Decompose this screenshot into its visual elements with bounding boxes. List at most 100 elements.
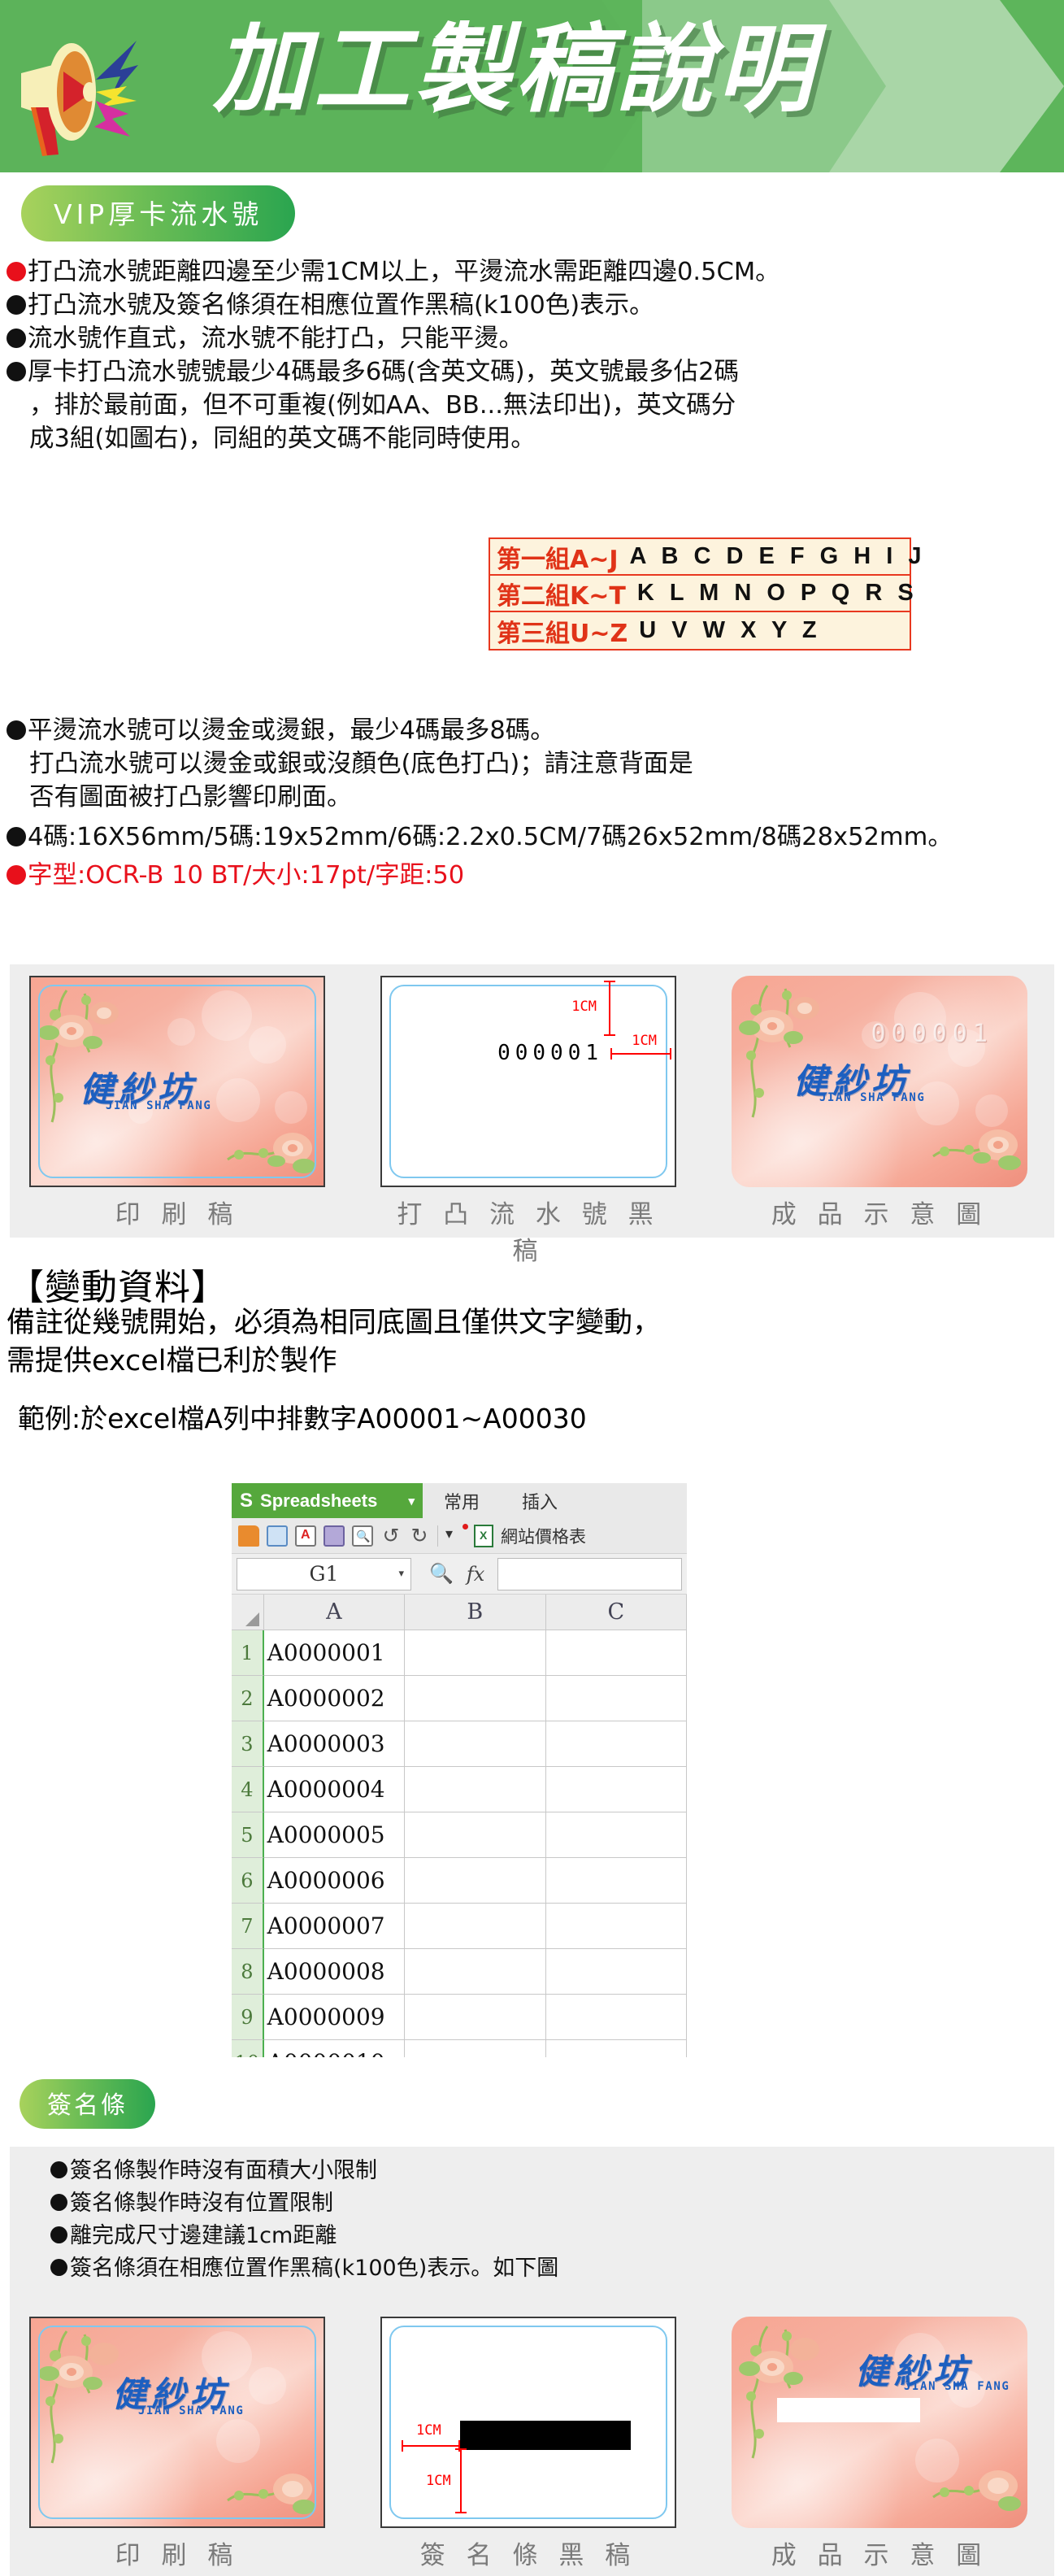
cell-c[interactable] [545, 1858, 687, 1904]
row-header[interactable]: 10 [232, 2040, 264, 2057]
row-header[interactable]: 8 [232, 1949, 264, 1995]
column-header-a[interactable]: A [263, 1595, 406, 1630]
bullet-text: 4碼:16X56mm/5碼:19x52mm/6碼:2.2x0.5CM/7碼26x… [28, 823, 953, 851]
card-example-emboss-draft: 000001 1CM 1CM 打 凸 流 水 號 黑 稿 [380, 976, 676, 1267]
cell-c[interactable] [545, 1812, 687, 1858]
bullet-continuation: 成3組(如圖右)，同組的英文碼不能同時使用。 [29, 424, 536, 453]
column-header-b[interactable]: B [405, 1595, 546, 1630]
cell-b[interactable] [405, 1995, 546, 2040]
table-row: 5 A0000005 [232, 1812, 687, 1858]
cell-c[interactable] [545, 1949, 687, 1995]
cell-a[interactable]: A0000010 [264, 2040, 406, 2057]
card-examples-row-1: 健紗坊 JIAN SHA FANG 印 刷 稿 000001 1CM 1CM 打… [10, 964, 1054, 1266]
cell-b[interactable] [405, 1767, 546, 1812]
search-icon[interactable]: 🔍 [429, 1562, 454, 1586]
cell-b[interactable] [405, 1858, 546, 1904]
cell-b[interactable] [405, 1949, 546, 1995]
variable-data-paragraph: 備註從幾號開始，必須為相同底圖且僅供文字變動， 需提供excel檔已利於製作 [7, 1304, 661, 1381]
open-folder-icon[interactable] [238, 1525, 259, 1547]
cell-c[interactable] [545, 1721, 687, 1767]
card-logo-subtext: JIAN SHA FANG [138, 2404, 245, 2417]
group-letters: K L M N O P Q R S [636, 580, 919, 606]
row-header[interactable]: 1 [232, 1630, 264, 1676]
cell-b[interactable] [405, 1904, 546, 1949]
bullet-dot-icon [50, 2259, 67, 2276]
function-icon[interactable]: fx [467, 1563, 484, 1586]
cell-a[interactable]: A0000003 [263, 1721, 406, 1767]
card-image: 1CM 1CM [380, 2317, 676, 2528]
formula-input[interactable] [497, 1557, 682, 1590]
spreadsheet-brand-button[interactable]: S Spreadsheets ▾ [232, 1483, 423, 1518]
cell-b[interactable] [405, 1630, 546, 1676]
bullet-dot-icon [7, 720, 26, 740]
card-caption: 簽 名 條 黑 稿 [419, 2541, 637, 2570]
tab-insert[interactable]: 插入 [501, 1483, 579, 1518]
bullet-dot-icon [50, 2161, 67, 2178]
row-header[interactable]: 4 [232, 1767, 264, 1812]
table-row: 1 A0000001 [232, 1630, 687, 1676]
cell-b[interactable] [405, 1721, 546, 1767]
row-header[interactable]: 6 [232, 1858, 264, 1904]
redo-icon[interactable]: ↻ [409, 1525, 430, 1547]
name-box[interactable]: G1 ▾ [237, 1557, 411, 1590]
cell-c[interactable] [545, 1676, 687, 1721]
row-header[interactable]: 2 [232, 1676, 264, 1721]
signature-strip-white [777, 2398, 920, 2422]
card-example-print-2: 健紗坊 JIAN SHA FANG 印 刷 稿 [29, 2317, 325, 2571]
print-preview-icon[interactable] [352, 1525, 373, 1547]
select-all-corner[interactable] [232, 1595, 264, 1630]
cell-a[interactable]: A0000004 [263, 1767, 406, 1812]
cell-a[interactable]: A0000009 [263, 1995, 406, 2040]
chevron-down-icon[interactable]: ▾ [398, 1568, 404, 1580]
card-examples-row-2: 健紗坊 JIAN SHA FANG 印 刷 稿 1CM 1CM 簽 名 條 黑 … [10, 2305, 1054, 2576]
column-header-c[interactable]: C [545, 1595, 687, 1630]
row-header[interactable]: 5 [232, 1812, 264, 1858]
flower-ornament-icon [932, 2470, 1021, 2511]
row-header[interactable]: 7 [232, 1904, 264, 1949]
export-pdf-icon[interactable] [295, 1525, 316, 1547]
row-header[interactable]: 3 [232, 1721, 264, 1767]
cell-c[interactable] [545, 1767, 687, 1812]
excel-file-icon[interactable] [474, 1524, 493, 1547]
row-header[interactable]: 9 [232, 1995, 264, 2040]
flower-ornament-icon [932, 1129, 1021, 1170]
undo-icon[interactable]: ↺ [380, 1525, 402, 1547]
cell-b[interactable] [405, 2040, 546, 2057]
tab-home[interactable]: 常用 [423, 1483, 501, 1518]
cell-a[interactable]: A0000005 [263, 1812, 406, 1858]
table-row: 10A0000010 [232, 2040, 687, 2057]
table-row: 第三組U~Z U V W X Y Z [490, 612, 910, 649]
cell-c[interactable] [545, 1995, 687, 2040]
page-title: 加工製稿說明 [213, 13, 819, 125]
bullet-item: 簽名條製作時沒有位置限制 [50, 2187, 558, 2220]
bullet-text: 簽名條須在相應位置作黑稿(k100色)表示。如下圖 [70, 2256, 559, 2281]
save-icon[interactable] [267, 1525, 288, 1547]
card-example-final-2: 健紗坊 JIAN SHA FANG 成 品 示 意 圖 [732, 2317, 1027, 2571]
spreadsheet-topbar: S Spreadsheets ▾ 常用 插入 [232, 1483, 687, 1518]
paragraph-line: 備註從幾號開始，必須為相同底圖且僅供文字變動， [7, 1307, 662, 1339]
variable-data-title: 【變動資料】 [8, 1267, 228, 1308]
cell-b[interactable] [405, 1676, 546, 1721]
cell-b[interactable] [405, 1812, 546, 1858]
cell-a[interactable]: A0000008 [263, 1949, 406, 1995]
formula-tools: 🔍 fx [416, 1562, 497, 1586]
cell-c[interactable] [546, 2040, 687, 2057]
megaphone-icon [21, 41, 138, 156]
dimension-label-right: 1CM [632, 1033, 657, 1049]
vip-bullet-list: 打凸流水號距離四邊至少需1CM以上，平燙流水需距離四邊0.5CM。 打凸流水號及… [7, 255, 1063, 455]
cell-a[interactable]: A0000007 [263, 1904, 406, 1949]
cell-a[interactable]: A0000001 [263, 1630, 406, 1676]
card-caption: 印 刷 稿 [115, 1200, 240, 1229]
cell-c[interactable] [545, 1630, 687, 1676]
cell-a[interactable]: A0000006 [263, 1858, 406, 1904]
customize-caret-icon[interactable]: ▾ [445, 1523, 468, 1547]
card-image: 000001 1CM 1CM [380, 976, 676, 1187]
card-example-print: 健紗坊 JIAN SHA FANG 印 刷 稿 [29, 976, 325, 1230]
signature-strip-black [460, 2421, 631, 2450]
paragraph-line: 需提供excel檔已利於製作 [7, 1345, 337, 1377]
cell-a[interactable]: A0000002 [263, 1676, 406, 1721]
table-row: 2 A0000002 [232, 1676, 687, 1721]
print-icon[interactable] [324, 1525, 345, 1547]
cell-c[interactable] [545, 1904, 687, 1949]
card-image: 健紗坊 JIAN SHA FANG [29, 976, 325, 1187]
